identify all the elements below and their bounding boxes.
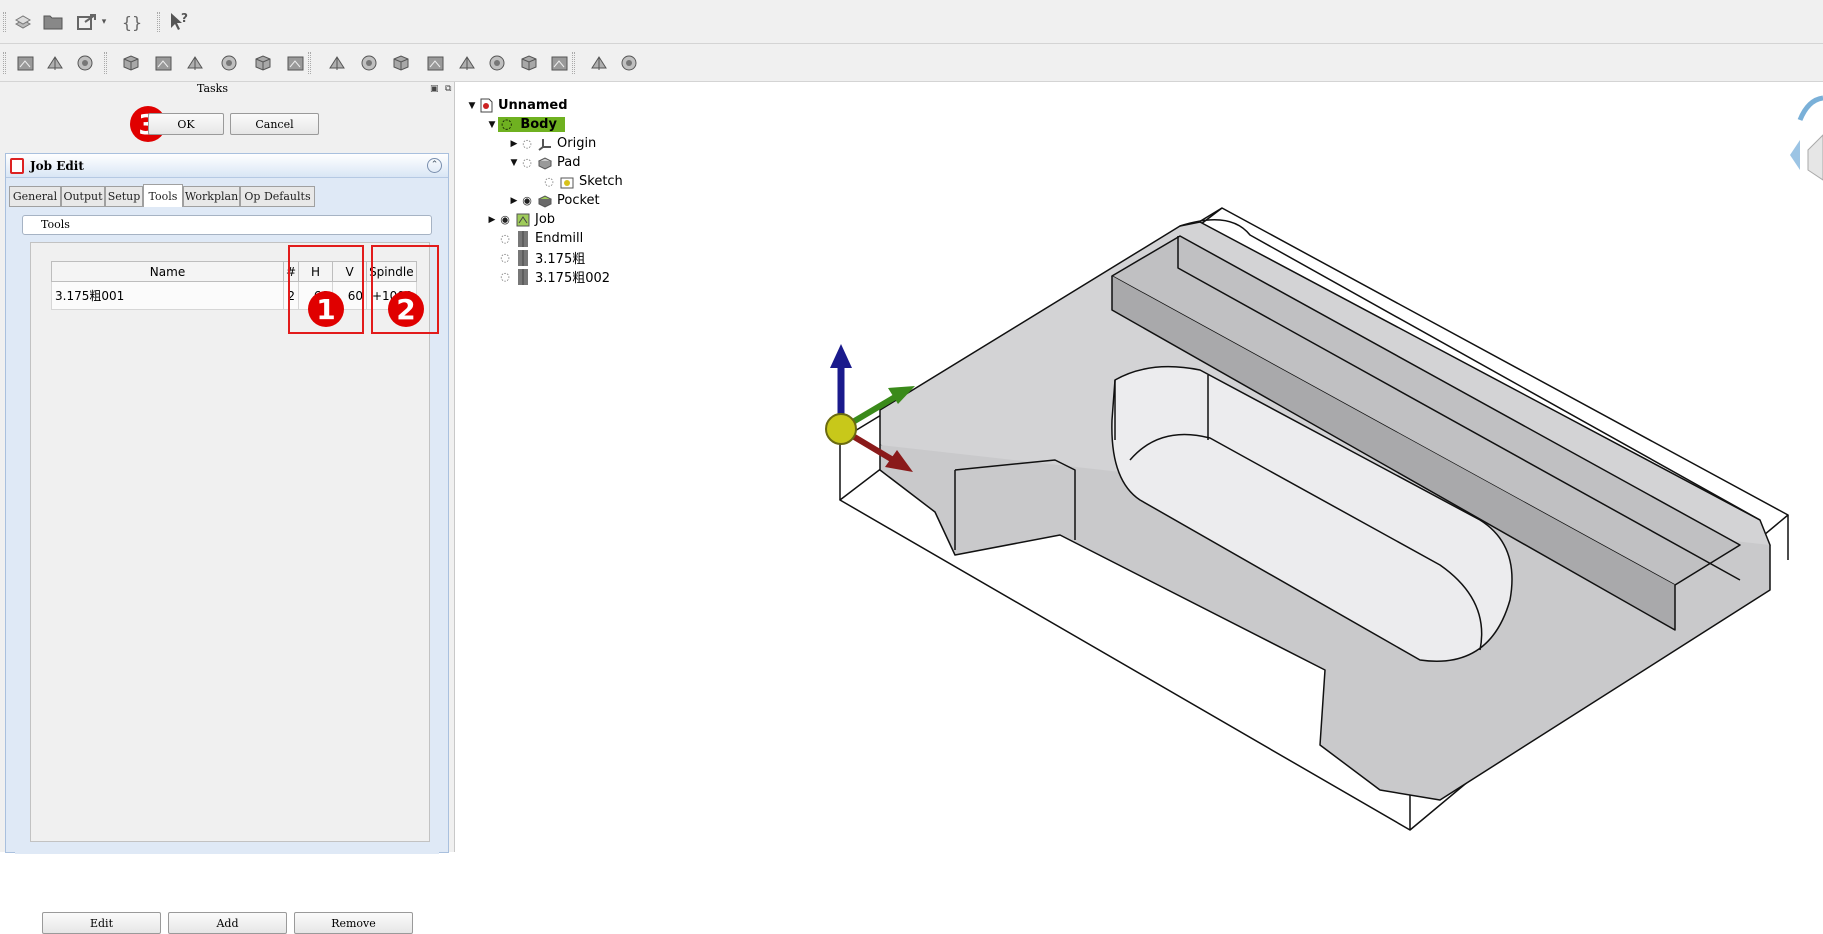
add-tool-button[interactable]: Add bbox=[168, 912, 287, 934]
adaptive-icon[interactable] bbox=[182, 50, 208, 76]
tab-workplan[interactable]: Workplan bbox=[183, 186, 240, 207]
surface-icon[interactable] bbox=[454, 50, 480, 76]
hidden-eye-icon[interactable]: ◌ bbox=[498, 251, 512, 264]
pocket-feature-icon bbox=[537, 193, 553, 208]
expand-right-icon[interactable]: ▶ bbox=[508, 196, 520, 206]
hidden-eye-icon[interactable]: ◌ bbox=[520, 137, 534, 150]
hidden-eye-icon[interactable]: ◌ bbox=[520, 156, 534, 169]
tree-node-pad[interactable]: ▼ ◌ Pad bbox=[508, 153, 581, 172]
tree-node-sketch[interactable]: ◌ Sketch bbox=[542, 172, 623, 191]
tree-node-unnamed[interactable]: ▼ Unnamed bbox=[466, 96, 568, 115]
post-process-icon[interactable] bbox=[42, 50, 68, 76]
remove-tool-button[interactable]: Remove bbox=[294, 912, 413, 934]
document-icon bbox=[478, 98, 494, 113]
tree-node-body[interactable]: ▼ ◌ Body bbox=[486, 115, 565, 134]
open-folder-icon[interactable] bbox=[40, 9, 66, 35]
hidden-eye-icon[interactable]: ◌ bbox=[501, 117, 512, 132]
annotation-marker-1: 1 bbox=[308, 291, 344, 327]
column-name[interactable]: Name bbox=[51, 261, 284, 282]
expand-down-icon[interactable]: ▼ bbox=[508, 158, 520, 168]
export-icon[interactable] bbox=[74, 9, 100, 35]
sketch-icon bbox=[559, 174, 575, 189]
deburr-icon[interactable] bbox=[356, 50, 382, 76]
svg-text:?: ? bbox=[181, 11, 188, 25]
job-edit-title: Job Edit bbox=[30, 159, 84, 173]
expand-right-icon[interactable]: ▶ bbox=[508, 139, 520, 149]
sanity-check-icon[interactable] bbox=[72, 50, 98, 76]
toolbar-grip[interactable] bbox=[3, 52, 6, 74]
tool-library-icon[interactable] bbox=[516, 50, 542, 76]
ok-button[interactable]: OK bbox=[148, 113, 224, 135]
toolbar-grip[interactable] bbox=[3, 12, 6, 32]
hidden-eye-icon[interactable]: ◌ bbox=[498, 270, 512, 283]
workbench-icon[interactable] bbox=[10, 9, 36, 35]
tool-table-container: Name # H V Spindle 3.175粗001 2 60 60 +10… bbox=[30, 242, 439, 842]
vcarve-icon[interactable] bbox=[388, 50, 414, 76]
tool-name-cell[interactable]: 3.175粗001 bbox=[51, 281, 284, 310]
tree-node-tool-2[interactable]: ◌ 3.175粗002 bbox=[486, 267, 610, 286]
helix-icon[interactable] bbox=[282, 50, 308, 76]
origin-axes-icon bbox=[537, 136, 553, 151]
pocket-icon[interactable] bbox=[150, 50, 176, 76]
tree-node-tool-1[interactable]: ◌ 3.175粗 bbox=[486, 248, 585, 267]
annotation-marker-2: 2 bbox=[388, 291, 424, 327]
3d-viewport[interactable] bbox=[455, 82, 1823, 852]
simulate-icon[interactable] bbox=[586, 50, 612, 76]
toolbar-grip[interactable] bbox=[104, 52, 107, 74]
tool-bit-icon bbox=[515, 230, 531, 247]
tools-group-header: Tools bbox=[22, 215, 432, 235]
model-3d bbox=[839, 207, 1789, 831]
tab-output[interactable]: Output bbox=[61, 186, 105, 207]
tree-node-pocket[interactable]: ▶ ◉ Pocket bbox=[508, 191, 600, 210]
cancel-button[interactable]: Cancel bbox=[230, 113, 319, 135]
tab-op-defaults[interactable]: Op Defaults bbox=[240, 186, 315, 207]
undock-icon[interactable]: ▣ bbox=[430, 84, 439, 94]
collapse-chevron-icon[interactable]: ⌃ bbox=[427, 158, 442, 173]
drill-icon[interactable] bbox=[250, 50, 276, 76]
tab-setup[interactable]: Setup bbox=[105, 186, 143, 207]
main-toolbar: ▾ {} ? bbox=[0, 0, 1823, 44]
tree-node-origin[interactable]: ▶ ◌ Origin bbox=[508, 134, 597, 153]
job-edit-header: Job Edit ⌃ bbox=[6, 154, 448, 178]
toolbar-grip[interactable] bbox=[157, 12, 160, 32]
tasks-title: Tasks bbox=[197, 82, 228, 95]
tool-bit-icon[interactable] bbox=[546, 50, 572, 76]
visible-eye-icon[interactable]: ◉ bbox=[520, 194, 534, 207]
job-icon[interactable] bbox=[12, 50, 38, 76]
navigation-cube-icon[interactable] bbox=[1790, 95, 1823, 181]
job-tree-icon bbox=[515, 212, 531, 227]
engrave-icon[interactable] bbox=[324, 50, 350, 76]
expand-down-icon[interactable]: ▼ bbox=[486, 120, 498, 130]
edit-tool-button[interactable]: Edit bbox=[42, 912, 161, 934]
job-edit-box: Job Edit ⌃ General Output Setup Tools Wo… bbox=[5, 153, 449, 934]
whats-this-icon[interactable]: ? bbox=[166, 9, 192, 35]
tab-tools[interactable]: Tools bbox=[143, 184, 183, 207]
job-icon bbox=[10, 158, 24, 174]
slot-icon[interactable] bbox=[422, 50, 448, 76]
toolbar-grip[interactable] bbox=[308, 52, 311, 74]
path-toolbar bbox=[0, 44, 1823, 82]
body-label: ◌ Body bbox=[498, 117, 565, 132]
tools-tab-page: Tools Name # H V Spindle 3.175粗001 2 60 … bbox=[15, 207, 439, 854]
expand-right-icon[interactable]: ▶ bbox=[486, 215, 498, 225]
tree-node-job[interactable]: ▶ ◉ Job bbox=[486, 210, 556, 229]
export-dropdown-chevron-icon[interactable]: ▾ bbox=[98, 9, 110, 35]
tool-bit-icon bbox=[515, 268, 531, 285]
pad-icon bbox=[537, 155, 553, 170]
macro-braces-icon[interactable]: {} bbox=[119, 9, 145, 35]
tool-bit-icon bbox=[515, 249, 531, 266]
float-icon[interactable]: ⧉ bbox=[445, 84, 451, 94]
task-panel: Tasks ▣ ⧉ 3 OK Cancel Job Edit ⌃ General… bbox=[0, 82, 455, 934]
waterline-icon[interactable] bbox=[484, 50, 510, 76]
visible-eye-icon[interactable]: ◉ bbox=[498, 213, 512, 226]
hidden-eye-icon[interactable]: ◌ bbox=[542, 175, 556, 188]
expand-down-icon[interactable]: ▼ bbox=[466, 101, 478, 111]
profile-icon[interactable] bbox=[118, 50, 144, 76]
hidden-eye-icon[interactable]: ◌ bbox=[498, 232, 512, 245]
stock-icon[interactable] bbox=[616, 50, 642, 76]
face-icon[interactable] bbox=[216, 50, 242, 76]
tree-node-endmill[interactable]: ◌ Endmill bbox=[486, 229, 583, 248]
toolbar-grip[interactable] bbox=[572, 52, 575, 74]
tab-general[interactable]: General bbox=[9, 186, 61, 207]
